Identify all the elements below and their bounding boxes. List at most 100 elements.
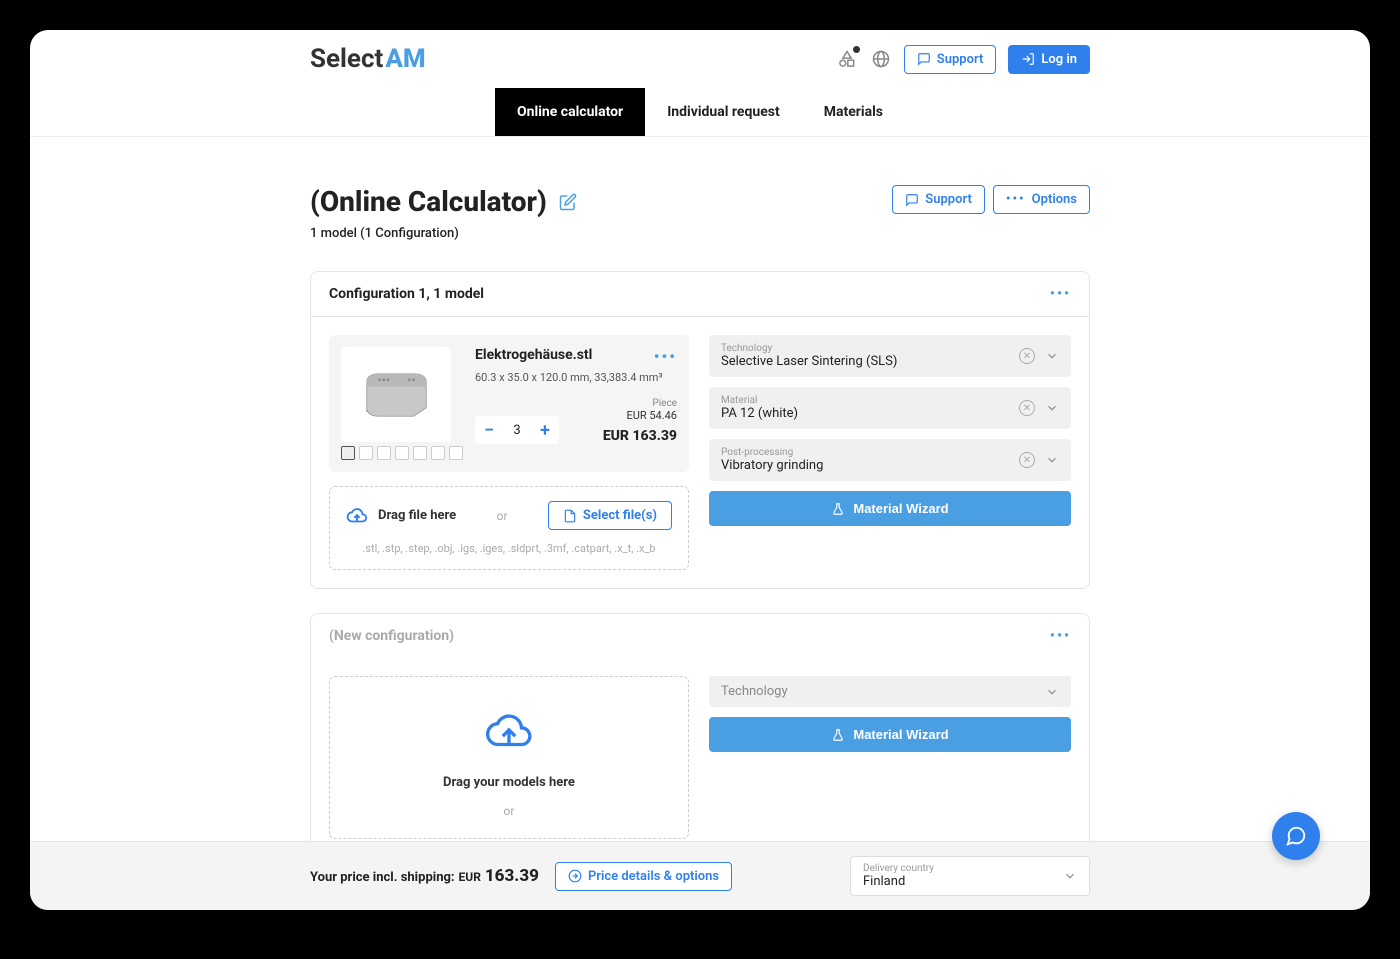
config-more-icon[interactable]: ••• bbox=[1050, 286, 1071, 302]
model-more-icon[interactable]: ••• bbox=[654, 347, 677, 366]
config-title: Configuration 1, 1 model bbox=[329, 286, 484, 302]
globe-icon[interactable] bbox=[870, 48, 892, 70]
page-support-label: Support bbox=[925, 192, 972, 207]
delivery-country-select[interactable]: Delivery country Finland bbox=[850, 856, 1090, 896]
login-label: Log in bbox=[1041, 52, 1077, 67]
tech-value: Selective Laser Sintering (SLS) bbox=[721, 354, 897, 369]
piece-price: EUR 54.46 bbox=[603, 409, 677, 422]
drag-file-label: Drag file here bbox=[378, 508, 456, 523]
flask-icon bbox=[831, 728, 845, 742]
login-icon bbox=[1021, 52, 1035, 66]
thumb-view-3[interactable] bbox=[377, 446, 391, 460]
price-details-label: Price details & options bbox=[588, 869, 719, 884]
clear-icon[interactable]: ✕ bbox=[1019, 348, 1035, 364]
file-types: .stl, .stp, .step, .obj, .igs, .iges, .s… bbox=[346, 542, 672, 555]
config2-title: (New configuration) bbox=[329, 628, 454, 644]
qty-increase[interactable]: + bbox=[531, 416, 559, 444]
chevron-down-icon bbox=[1045, 401, 1059, 415]
logo: Select AM bbox=[310, 44, 426, 74]
upload-dropzone-large[interactable]: Drag your models here or bbox=[329, 676, 689, 839]
tech-label: Technology bbox=[721, 343, 897, 354]
thumb-view-7[interactable] bbox=[449, 446, 463, 460]
clear-icon[interactable]: ✕ bbox=[1019, 400, 1035, 416]
select-files-label: Select file(s) bbox=[583, 508, 657, 523]
edit-icon[interactable] bbox=[559, 193, 577, 211]
or-text: or bbox=[497, 509, 508, 523]
model-dimensions: 60.3 x 35.0 x 120.0 mm, 33,383.4 mm³ bbox=[475, 371, 677, 384]
support-label: Support bbox=[937, 52, 984, 67]
config2-more-icon[interactable]: ••• bbox=[1050, 628, 1071, 644]
thumb-view-5[interactable] bbox=[413, 446, 427, 460]
tab-individual-request[interactable]: Individual request bbox=[645, 88, 802, 136]
clear-icon[interactable]: ✕ bbox=[1019, 452, 1035, 468]
delivery-label: Delivery country bbox=[863, 863, 934, 874]
chevron-down-icon bbox=[1045, 453, 1059, 467]
dots-icon: ••• bbox=[1006, 192, 1026, 207]
upload-dropzone[interactable]: Drag file here or Select file(s) bbox=[329, 486, 689, 570]
price-details-button[interactable]: Price details & options bbox=[555, 862, 732, 891]
chevron-down-icon bbox=[1063, 869, 1077, 883]
page-support-button[interactable]: Support bbox=[892, 185, 985, 214]
qty-decrease[interactable]: − bbox=[475, 416, 503, 444]
footer-price-label: Your price incl. shipping: bbox=[310, 870, 455, 885]
configuration-card-new: (New configuration) ••• Drag your models… bbox=[310, 613, 1090, 841]
logo-text-1: Select bbox=[310, 44, 383, 74]
footer-currency: EUR bbox=[459, 870, 481, 884]
nav-tabs: Online calculator Individual request Mat… bbox=[30, 88, 1370, 136]
model-filename: Elektrogehäuse.stl bbox=[475, 347, 677, 363]
material-wizard-button-2[interactable]: Material Wizard bbox=[709, 717, 1071, 752]
chat-icon bbox=[917, 52, 931, 66]
postprocessing-select[interactable]: Post-processing Vibratory grinding ✕ bbox=[709, 439, 1071, 481]
cloud-upload-icon bbox=[474, 707, 544, 757]
technology-select-empty[interactable]: Technology bbox=[709, 676, 1071, 707]
logo-text-2: AM bbox=[385, 44, 425, 74]
thumb-view-1[interactable] bbox=[341, 446, 355, 460]
wizard-label: Material Wizard bbox=[853, 501, 948, 516]
tech-placeholder: Technology bbox=[721, 684, 788, 699]
drag-models-label: Drag your models here bbox=[443, 775, 575, 790]
or-text-2: or bbox=[504, 804, 515, 818]
cloud-upload-icon bbox=[346, 505, 368, 527]
chat-icon bbox=[905, 193, 919, 207]
login-button[interactable]: Log in bbox=[1008, 45, 1090, 74]
configuration-card-1: Configuration 1, 1 model ••• ••• bbox=[310, 271, 1090, 589]
quantity-stepper: − 3 + bbox=[475, 416, 559, 444]
page-title: (Online Calculator) bbox=[310, 185, 547, 218]
flask-icon bbox=[831, 502, 845, 516]
tab-online-calculator[interactable]: Online calculator bbox=[495, 88, 645, 136]
options-label: Options bbox=[1032, 192, 1077, 207]
mat-value: PA 12 (white) bbox=[721, 406, 798, 421]
model-thumbnail[interactable] bbox=[341, 347, 451, 442]
material-select[interactable]: Material PA 12 (white) ✕ bbox=[709, 387, 1071, 429]
arrow-right-circle-icon bbox=[568, 869, 582, 883]
footer-bar: Your price incl. shipping: EUR 163.39 Pr… bbox=[30, 841, 1370, 910]
delivery-value: Finland bbox=[863, 874, 934, 889]
notification-dot bbox=[853, 46, 860, 53]
thumb-view-2[interactable] bbox=[359, 446, 373, 460]
chevron-down-icon bbox=[1045, 685, 1059, 699]
technology-select[interactable]: Technology Selective Laser Sintering (SL… bbox=[709, 335, 1071, 377]
chevron-down-icon bbox=[1045, 349, 1059, 363]
file-icon bbox=[563, 509, 577, 523]
chat-widget-button[interactable] bbox=[1272, 812, 1320, 860]
qty-value[interactable]: 3 bbox=[503, 423, 531, 438]
wizard-label-2: Material Wizard bbox=[853, 727, 948, 742]
shapes-icon[interactable] bbox=[836, 48, 858, 70]
tab-materials[interactable]: Materials bbox=[802, 88, 905, 136]
piece-label: Piece bbox=[603, 398, 677, 409]
post-label: Post-processing bbox=[721, 447, 823, 458]
thumb-view-6[interactable] bbox=[431, 446, 445, 460]
options-button[interactable]: ••• Options bbox=[993, 185, 1090, 214]
select-files-button[interactable]: Select file(s) bbox=[548, 501, 672, 530]
material-wizard-button[interactable]: Material Wizard bbox=[709, 491, 1071, 526]
model-card: ••• bbox=[329, 335, 689, 472]
thumb-view-4[interactable] bbox=[395, 446, 409, 460]
chat-icon bbox=[1285, 825, 1307, 847]
footer-amount: 163.39 bbox=[485, 866, 539, 886]
support-button[interactable]: Support bbox=[904, 45, 997, 74]
mat-label: Material bbox=[721, 395, 798, 406]
model-total-price: EUR 163.39 bbox=[603, 428, 677, 444]
post-value: Vibratory grinding bbox=[721, 458, 823, 473]
thumbnail-strip bbox=[341, 446, 463, 460]
page-subtitle: 1 model (1 Configuration) bbox=[310, 226, 577, 241]
